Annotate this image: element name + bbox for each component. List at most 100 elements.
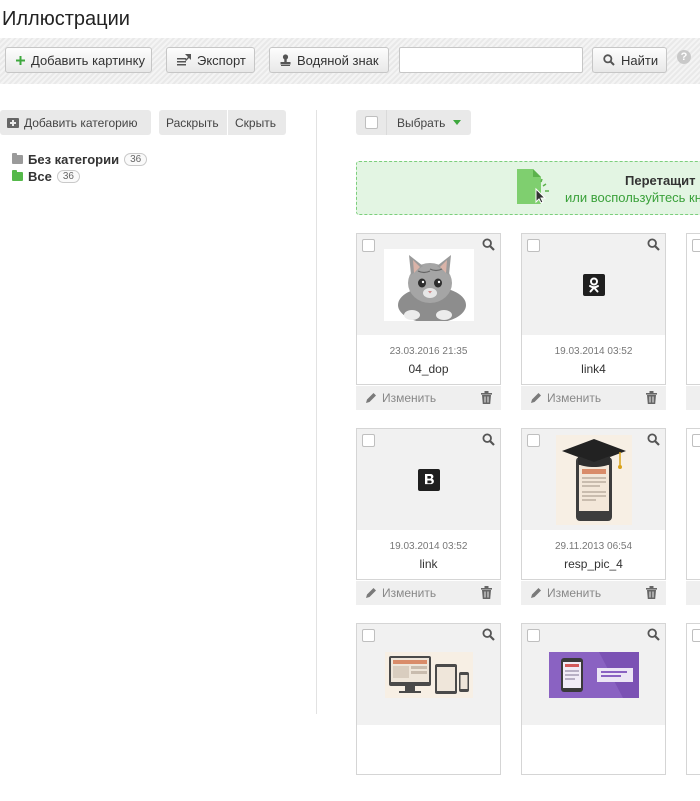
edit-label: Изменить [382,586,437,600]
zoom-icon[interactable] [647,238,660,256]
collapse-button[interactable]: Скрыть [228,110,286,135]
image-checkbox[interactable] [362,239,375,252]
folder-icon [12,170,23,181]
image-checkbox[interactable] [692,629,700,642]
devices-image [384,651,473,698]
edit-label: Изменить [382,391,437,405]
add-image-button[interactable]: Добавить картинку [5,47,152,73]
category-list: Без категории 36 Все 36 [12,151,148,185]
zoom-icon[interactable] [482,238,495,256]
image-date: 29.11.2013 06:54 [554,541,633,552]
image-card[interactable]: 19.03.2014 03:52 link Изменить [356,428,501,606]
search-button-label: Найти [621,52,659,68]
panel-divider [316,110,317,714]
image-card[interactable] [686,623,700,801]
expand-button[interactable]: Раскрыть [159,110,227,135]
page-title: Иллюстрации [2,8,130,30]
image-card[interactable]: 19.03.2014 03:52 link4 Изменить [521,233,666,411]
zoom-icon[interactable] [647,628,660,646]
add-image-label: Добавить картинку [31,52,145,68]
trash-icon[interactable] [481,586,492,602]
search-icon [603,54,615,66]
graduation-phone-image [555,434,632,525]
export-icon [177,54,191,66]
category-label: Все [28,169,52,184]
trash-icon[interactable] [646,391,657,407]
help-icon[interactable]: ? [677,50,691,64]
pencil-icon [531,393,541,403]
select-dropdown[interactable]: Выбрать [387,110,472,135]
select-label: Выбрать [397,115,446,130]
category-all[interactable]: Все 36 [12,168,147,185]
pencil-icon [531,588,541,598]
image-card[interactable]: 29.11.2013 06:54 resp_pic_4 Изменить [521,428,666,606]
add-category-label: Добавить категорию [24,115,138,130]
image-card[interactable] [686,233,700,411]
zoom-icon[interactable] [482,433,495,451]
folder-icon [12,153,23,164]
add-folder-icon [7,117,19,128]
count-badge: 36 [124,153,148,166]
edit-button[interactable]: Изменить [365,391,436,405]
count-badge: 36 [56,170,80,183]
toolbar: Добавить картинку Экспорт Водяной знак Н… [0,38,700,84]
export-button[interactable]: Экспорт [166,47,255,73]
caret-down-icon [453,120,462,125]
trash-icon[interactable] [481,391,492,407]
export-label: Экспорт [197,52,246,68]
edit-button[interactable]: Изменить [530,391,601,405]
image-thumbnail[interactable] [357,624,500,725]
dropzone-title: Перетащит [625,173,696,188]
image-date: 19.03.2014 03:52 [554,346,633,357]
image-card[interactable] [521,623,666,801]
image-thumbnail[interactable] [522,429,665,530]
image-checkbox[interactable] [362,629,375,642]
image-card[interactable]: 23.03.2016 21:35 04_dop Изменить [356,233,501,411]
watermark-button[interactable]: Водяной знак [269,47,389,73]
image-checkbox[interactable] [362,434,375,447]
pencil-icon [366,588,376,598]
image-name: link4 [581,362,606,376]
upload-dropzone[interactable]: Перетащит или воспользуйтесь кн [356,161,700,215]
zoom-icon[interactable] [482,628,495,646]
ok-logo-image [582,273,605,296]
image-card[interactable] [356,623,501,801]
edit-label: Изменить [547,586,602,600]
image-thumbnail[interactable] [522,234,665,335]
image-thumbnail[interactable] [522,624,665,725]
purple-banner-image [548,651,639,698]
collapse-label: Скрыть [235,115,276,130]
image-checkbox[interactable] [527,434,540,447]
plus-icon [16,55,25,65]
select-control: Выбрать [356,110,472,135]
image-date: 19.03.2014 03:52 [389,541,468,552]
edit-button[interactable]: Изменить [365,586,436,600]
upload-file-icon [515,168,549,213]
pencil-icon [366,393,376,403]
trash-icon[interactable] [646,586,657,602]
category-uncategorized[interactable]: Без категории 36 [12,151,148,168]
edit-button[interactable]: Изменить [530,586,601,600]
watermark-label: Водяной знак [297,52,379,68]
image-name: resp_pic_4 [564,557,623,571]
image-thumbnail[interactable] [357,429,500,530]
dropzone-subtitle: или воспользуйтесь кн [565,190,700,205]
add-category-button[interactable]: Добавить категорию [0,110,151,135]
select-all-checkbox[interactable] [356,110,387,135]
image-date: 23.03.2016 21:35 [389,346,468,357]
kitten-image [383,248,474,321]
search-input[interactable] [399,47,583,73]
image-name: 04_dop [408,362,449,376]
zoom-icon[interactable] [647,433,660,451]
image-checkbox[interactable] [692,434,700,447]
image-checkbox[interactable] [527,239,540,252]
image-checkbox[interactable] [527,629,540,642]
image-thumbnail[interactable] [357,234,500,335]
search-button[interactable]: Найти [592,47,667,73]
vk-logo-image [417,468,440,491]
stamp-icon [280,54,291,66]
category-label: Без категории [28,152,120,167]
image-card[interactable] [686,428,700,606]
image-checkbox[interactable] [692,239,700,252]
edit-label: Изменить [547,391,602,405]
